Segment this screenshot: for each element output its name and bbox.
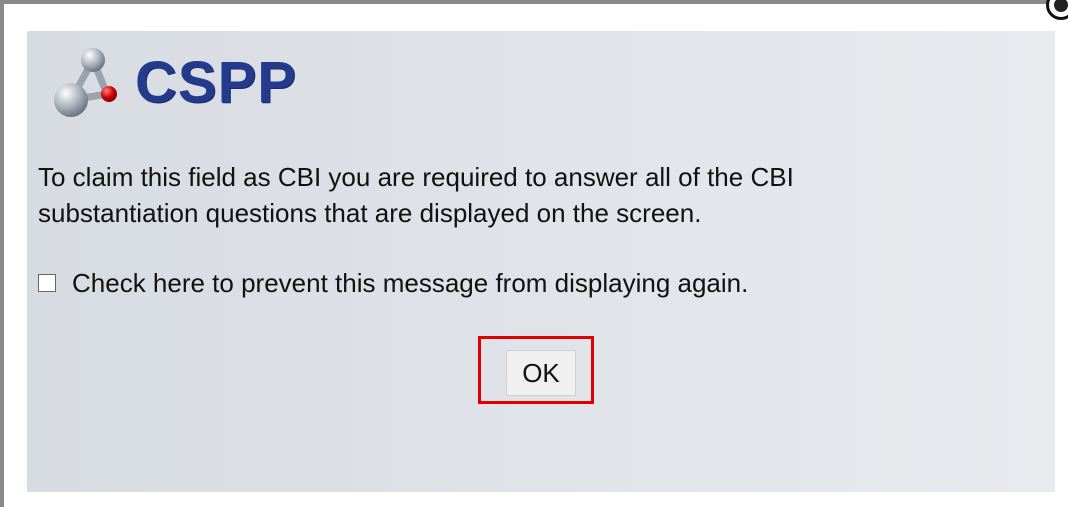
dont-show-again-label[interactable]: Check here to prevent this message from …: [72, 265, 748, 301]
dialog-message: To claim this field as CBI you are requi…: [38, 162, 794, 228]
dont-show-again-row: Check here to prevent this message from …: [38, 265, 748, 301]
dialog-frame: CSPP To claim this field as CBI you are …: [0, 0, 1068, 507]
dont-show-again-checkbox[interactable]: [38, 274, 56, 292]
molecule-icon: [54, 48, 117, 117]
dialog-panel: CSPP To claim this field as CBI you are …: [27, 31, 1055, 492]
ok-button[interactable]: OK: [506, 350, 576, 396]
close-icon[interactable]: [1046, 0, 1068, 20]
app-title: CSPP: [135, 49, 297, 115]
app-logo: CSPP: [49, 37, 297, 127]
